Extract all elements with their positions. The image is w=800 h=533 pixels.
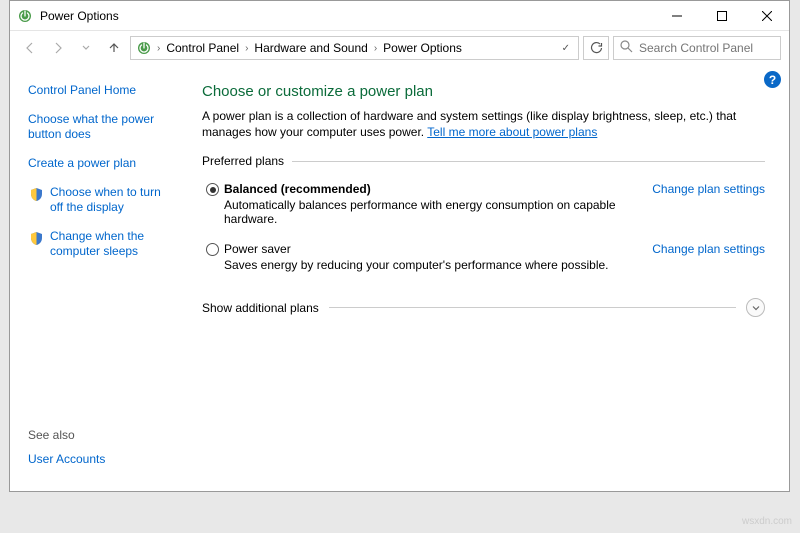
see-also-section: See also User Accounts: [28, 428, 176, 481]
plan-description: Saves energy by reducing your computer's…: [224, 258, 652, 272]
breadcrumb-item[interactable]: Control Panel: [164, 41, 241, 55]
maximize-button[interactable]: [699, 1, 744, 30]
recent-locations-button[interactable]: [74, 36, 98, 60]
address-dropdown-icon[interactable]: ✓: [558, 43, 574, 54]
sidebar-item: Choose when to turn off the display: [28, 185, 176, 215]
plan-name: Power saver: [224, 242, 652, 256]
change-plan-settings-link[interactable]: Change plan settings: [652, 182, 765, 226]
window-controls: [654, 1, 789, 30]
show-additional-label: Show additional plans: [202, 301, 329, 315]
plan-row: Power saver Saves energy by reducing you…: [202, 236, 765, 282]
divider: [329, 307, 736, 308]
navbar: › Control Panel › Hardware and Sound › P…: [10, 31, 789, 65]
chevron-right-icon[interactable]: ›: [243, 43, 250, 54]
back-button[interactable]: [18, 36, 42, 60]
minimize-button[interactable]: [654, 1, 699, 30]
plan-radio-balanced[interactable]: [206, 183, 219, 196]
up-button[interactable]: [102, 36, 126, 60]
power-icon: [135, 39, 153, 57]
content-area: Control Panel Home Choose what the power…: [10, 65, 789, 491]
page-heading: Choose or customize a power plan: [202, 83, 765, 100]
watermark: wsxdn.com: [742, 516, 792, 527]
titlebar: Power Options: [10, 1, 789, 31]
expand-button[interactable]: [746, 298, 765, 317]
close-button[interactable]: [744, 1, 789, 30]
plan-row: Balanced (recommended) Automatically bal…: [202, 176, 765, 236]
plan-description: Automatically balances performance with …: [224, 198, 652, 226]
preferred-plans-group: Preferred plans Balanced (recommended) A…: [202, 154, 765, 282]
chevron-right-icon[interactable]: ›: [372, 43, 379, 54]
search-box[interactable]: [613, 36, 781, 60]
search-icon: [620, 40, 633, 56]
plan-radio-powersaver[interactable]: [206, 243, 219, 256]
shield-icon: [28, 186, 44, 202]
power-options-window: Power Options: [9, 0, 790, 492]
see-also-title: See also: [28, 428, 176, 442]
sidebar-item: Change when the computer sleeps: [28, 229, 176, 259]
search-input[interactable]: [639, 41, 774, 55]
control-panel-home-link[interactable]: Control Panel Home: [28, 83, 176, 98]
power-icon: [16, 7, 34, 25]
help-icon[interactable]: ?: [764, 71, 781, 88]
breadcrumb-item[interactable]: Power Options: [381, 41, 464, 55]
forward-button[interactable]: [46, 36, 70, 60]
page-description: A power plan is a collection of hardware…: [202, 108, 765, 140]
plan-name: Balanced (recommended): [224, 182, 652, 196]
change-plan-settings-link[interactable]: Change plan settings: [652, 242, 765, 272]
sidebar-link-create-plan[interactable]: Create a power plan: [28, 156, 176, 171]
breadcrumb-item[interactable]: Hardware and Sound: [252, 41, 369, 55]
see-also-link[interactable]: User Accounts: [28, 452, 176, 467]
sidebar-link-power-button[interactable]: Choose what the power button does: [28, 112, 176, 142]
address-bar[interactable]: › Control Panel › Hardware and Sound › P…: [130, 36, 579, 60]
sidebar: Control Panel Home Choose what the power…: [10, 65, 190, 491]
chevron-right-icon[interactable]: ›: [155, 43, 162, 54]
refresh-button[interactable]: [583, 36, 609, 60]
learn-more-link[interactable]: Tell me more about power plans: [427, 125, 597, 139]
show-additional-plans-row: Show additional plans: [202, 294, 765, 317]
preferred-plans-legend: Preferred plans: [202, 154, 292, 168]
sidebar-link-sleep[interactable]: Change when the computer sleeps: [50, 229, 176, 259]
shield-icon: [28, 230, 44, 246]
window-title: Power Options: [40, 9, 119, 23]
sidebar-link-display-off[interactable]: Choose when to turn off the display: [50, 185, 176, 215]
main-panel: ? Choose or customize a power plan A pow…: [190, 65, 789, 491]
